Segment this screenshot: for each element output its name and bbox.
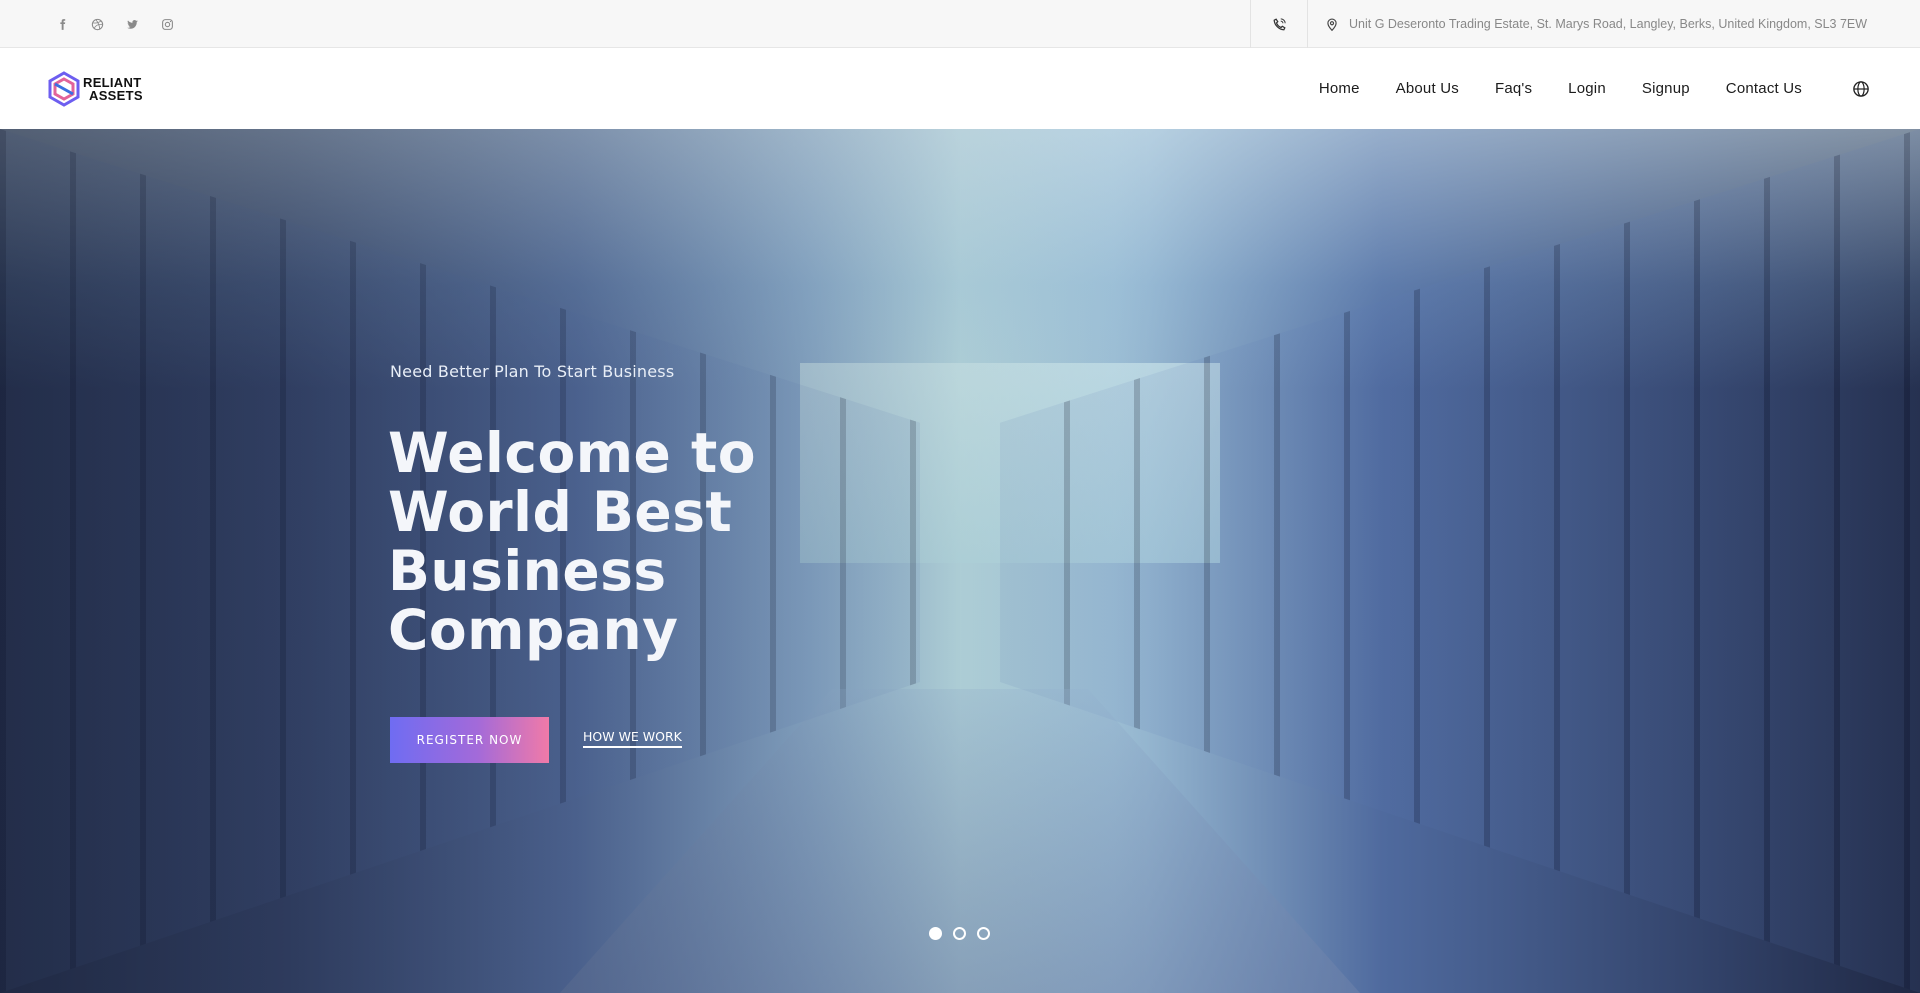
twitter-icon[interactable] [124, 16, 140, 32]
slider-dot-3[interactable] [977, 927, 990, 940]
nav-contact-us[interactable]: Contact Us [1726, 80, 1802, 97]
globe-icon[interactable] [1852, 80, 1870, 98]
slider-dot-2[interactable] [953, 927, 966, 940]
phone-icon [1273, 17, 1286, 30]
nav-login[interactable]: Login [1568, 80, 1606, 97]
top-bar: Unit G Deseronto Trading Estate, St. Mar… [0, 0, 1920, 48]
logo-accent [144, 81, 160, 97]
instagram-icon[interactable] [159, 16, 175, 32]
logo-mark-icon [48, 71, 80, 107]
site-header: RELIANT ASSETS Home About Us Faq's Login… [0, 48, 1920, 129]
slider-dots [929, 927, 990, 940]
how-we-work-link[interactable]: HOW WE WORK [583, 729, 682, 748]
phone-button[interactable] [1250, 0, 1308, 48]
facebook-icon[interactable] [54, 16, 70, 32]
nav-faqs[interactable]: Faq's [1495, 80, 1532, 97]
slider-dot-1[interactable] [929, 927, 942, 940]
logo-line-2: ASSETS [89, 88, 143, 103]
address-text: Unit G Deseronto Trading Estate, St. Mar… [1349, 17, 1868, 31]
dribbble-icon[interactable] [89, 16, 105, 32]
hero-overlay [0, 129, 1920, 993]
nav-signup[interactable]: Signup [1642, 80, 1690, 97]
hero-slider: Need Better Plan To Start Business Welco… [0, 129, 1920, 993]
address: Unit G Deseronto Trading Estate, St. Mar… [1325, 0, 1867, 48]
hero-subtitle: Need Better Plan To Start Business [390, 362, 675, 381]
map-pin-icon [1327, 18, 1337, 31]
register-now-button[interactable]: REGISTER NOW [390, 717, 549, 763]
nav-about-us[interactable]: About Us [1396, 80, 1459, 97]
logo-text: RELIANT ASSETS [83, 76, 143, 102]
hero-title: Welcome to World Best Business Company [388, 421, 757, 662]
nav-home[interactable]: Home [1319, 80, 1360, 97]
social-links [54, 0, 175, 48]
main-nav: Home About Us Faq's Login Signup Contact… [1319, 48, 1802, 129]
logo[interactable]: RELIANT ASSETS [48, 68, 160, 110]
